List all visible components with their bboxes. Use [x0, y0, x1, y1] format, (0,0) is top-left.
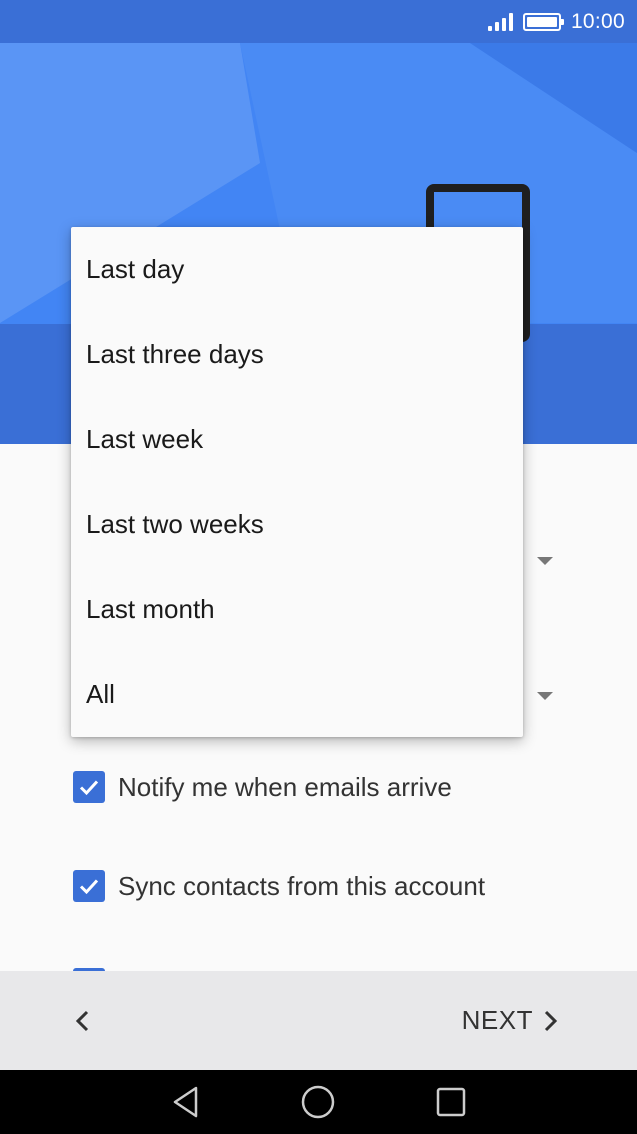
- system-back-button[interactable]: [166, 1082, 206, 1122]
- sync-contacts-checkbox-row[interactable]: Sync contacts from this account: [73, 870, 485, 902]
- menu-item-last-month[interactable]: Last month: [71, 567, 523, 652]
- chevron-left-icon: [75, 1010, 89, 1031]
- sync-period-menu: Last day Last three days Last week Last …: [71, 227, 523, 737]
- menu-item-all[interactable]: All: [71, 652, 523, 737]
- checkbox-checked-icon[interactable]: [73, 771, 105, 803]
- back-button[interactable]: [70, 1001, 94, 1041]
- system-navigation-bar: [0, 1070, 637, 1134]
- system-recents-button[interactable]: [431, 1082, 471, 1122]
- home-circle-icon: [302, 1085, 335, 1119]
- chevron-right-icon: [544, 1010, 558, 1031]
- battery-icon: [522, 12, 564, 31]
- setup-nav-bar: NEXT: [0, 971, 637, 1070]
- dropdown-arrow-icon: [537, 692, 553, 700]
- status-time: 10:00: [570, 9, 625, 33]
- back-triangle-icon: [173, 1086, 198, 1118]
- signal-icon: [487, 12, 513, 31]
- status-bar: 10:00: [0, 0, 637, 43]
- menu-item-last-week[interactable]: Last week: [71, 397, 523, 482]
- dropdown-arrow-icon: [537, 557, 553, 565]
- system-home-button[interactable]: [298, 1082, 338, 1122]
- recents-square-icon: [436, 1087, 466, 1117]
- sync-contacts-label: Sync contacts from this account: [118, 870, 486, 901]
- screen: 10:00 Notify me when emails arrive Sync …: [0, 0, 637, 1134]
- menu-item-last-three-days[interactable]: Last three days: [71, 312, 523, 397]
- notify-label: Notify me when emails arrive: [118, 771, 452, 802]
- menu-item-last-day[interactable]: Last day: [71, 227, 523, 312]
- next-button[interactable]: NEXT: [462, 1005, 559, 1036]
- menu-item-last-two-weeks[interactable]: Last two weeks: [71, 482, 523, 567]
- next-label: NEXT: [461, 1005, 533, 1035]
- notify-checkbox-row[interactable]: Notify me when emails arrive: [73, 771, 452, 803]
- checkbox-checked-icon[interactable]: [73, 870, 105, 902]
